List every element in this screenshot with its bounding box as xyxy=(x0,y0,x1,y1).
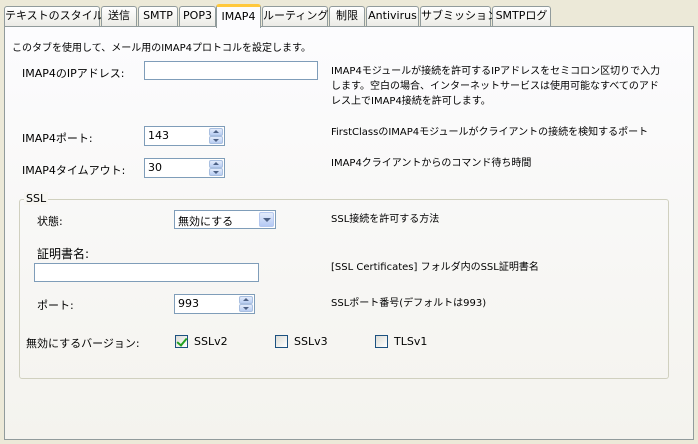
tab-submission[interactable]: サブミッション xyxy=(420,6,498,26)
cert-description: [SSL Certificates] フォルダ内のSSL証明書名 xyxy=(331,262,539,273)
timeout-value: 30 xyxy=(148,161,162,174)
tab-text-style[interactable]: テキストのスタイル xyxy=(4,6,104,26)
ip-label: IMAP4のIPアドレス: xyxy=(22,67,125,80)
tab-limits[interactable]: 制限 xyxy=(329,6,365,26)
spin-up-icon[interactable] xyxy=(209,128,223,136)
cert-label: 証明書名: xyxy=(37,247,90,261)
ip-description: IMAP4モジュールが接続を許可するIPアドレスをセミコロン区切りで入力します。… xyxy=(331,66,661,107)
checkmark-icon xyxy=(176,335,188,347)
tab-antivirus[interactable]: Antivirus xyxy=(366,6,419,26)
port-stepper[interactable]: 143 xyxy=(144,126,225,146)
tlsv1-label: TLSv1 xyxy=(394,335,428,348)
spin-down-icon[interactable] xyxy=(209,136,223,144)
timeout-label: IMAP4タイムアウト: xyxy=(22,164,126,177)
intro-text: このタブを使用して、メール用のIMAP4プロトコルを設定します。 xyxy=(12,43,312,54)
spin-down-icon[interactable] xyxy=(239,304,253,312)
ssl-state-label: 状態: xyxy=(37,215,63,228)
checkbox-sslv3[interactable] xyxy=(275,335,288,348)
ip-address-input[interactable] xyxy=(144,61,318,80)
cert-name-input[interactable] xyxy=(34,263,259,282)
sslv2-label: SSLv2 xyxy=(194,335,228,348)
tab-imap4[interactable]: IMAP4 xyxy=(216,4,261,28)
tab-routing[interactable]: ルーティング xyxy=(262,6,328,26)
port-description: FirstClassのIMAP4モジュールがクライアントの接続を検知するポート xyxy=(331,127,649,138)
tab-send[interactable]: 送信 xyxy=(101,6,137,26)
ssl-state-select[interactable]: 無効にする xyxy=(174,210,276,229)
tab-pop3[interactable]: POP3 xyxy=(179,6,216,26)
timeout-description: IMAP4クライアントからのコマンド待ち時間 xyxy=(331,158,532,169)
ssl-state-value: 無効にする xyxy=(178,215,234,228)
ssl-port-value: 993 xyxy=(178,297,199,310)
checkbox-sslv2[interactable] xyxy=(175,335,188,348)
sslv3-label: SSLv3 xyxy=(294,335,328,348)
tab-bar: テキストのスタイル 送信 SMTP POP3 IMAP4 ルーティング 制限 A… xyxy=(4,4,694,28)
checkbox-tlsv1[interactable] xyxy=(375,335,388,348)
disable-versions-label: 無効にするバージョン: xyxy=(26,337,140,350)
ssl-group-title: SSL xyxy=(24,192,49,205)
ssl-port-description: SSLポート番号(デフォルトは993) xyxy=(331,298,487,309)
tab-smtp-log[interactable]: SMTPログ xyxy=(492,6,551,26)
chevron-down-icon[interactable] xyxy=(259,212,274,227)
spin-up-icon[interactable] xyxy=(209,160,223,168)
spin-up-icon[interactable] xyxy=(239,296,253,304)
tab-smtp[interactable]: SMTP xyxy=(138,6,178,26)
port-value: 143 xyxy=(148,129,169,142)
ssl-port-stepper[interactable]: 993 xyxy=(174,294,255,314)
spin-down-icon[interactable] xyxy=(209,168,223,176)
ssl-port-label: ポート: xyxy=(37,299,74,312)
port-label: IMAP4ポート: xyxy=(22,132,93,145)
ssl-state-description: SSL接続を許可する方法 xyxy=(331,214,440,225)
timeout-stepper[interactable]: 30 xyxy=(144,158,225,178)
